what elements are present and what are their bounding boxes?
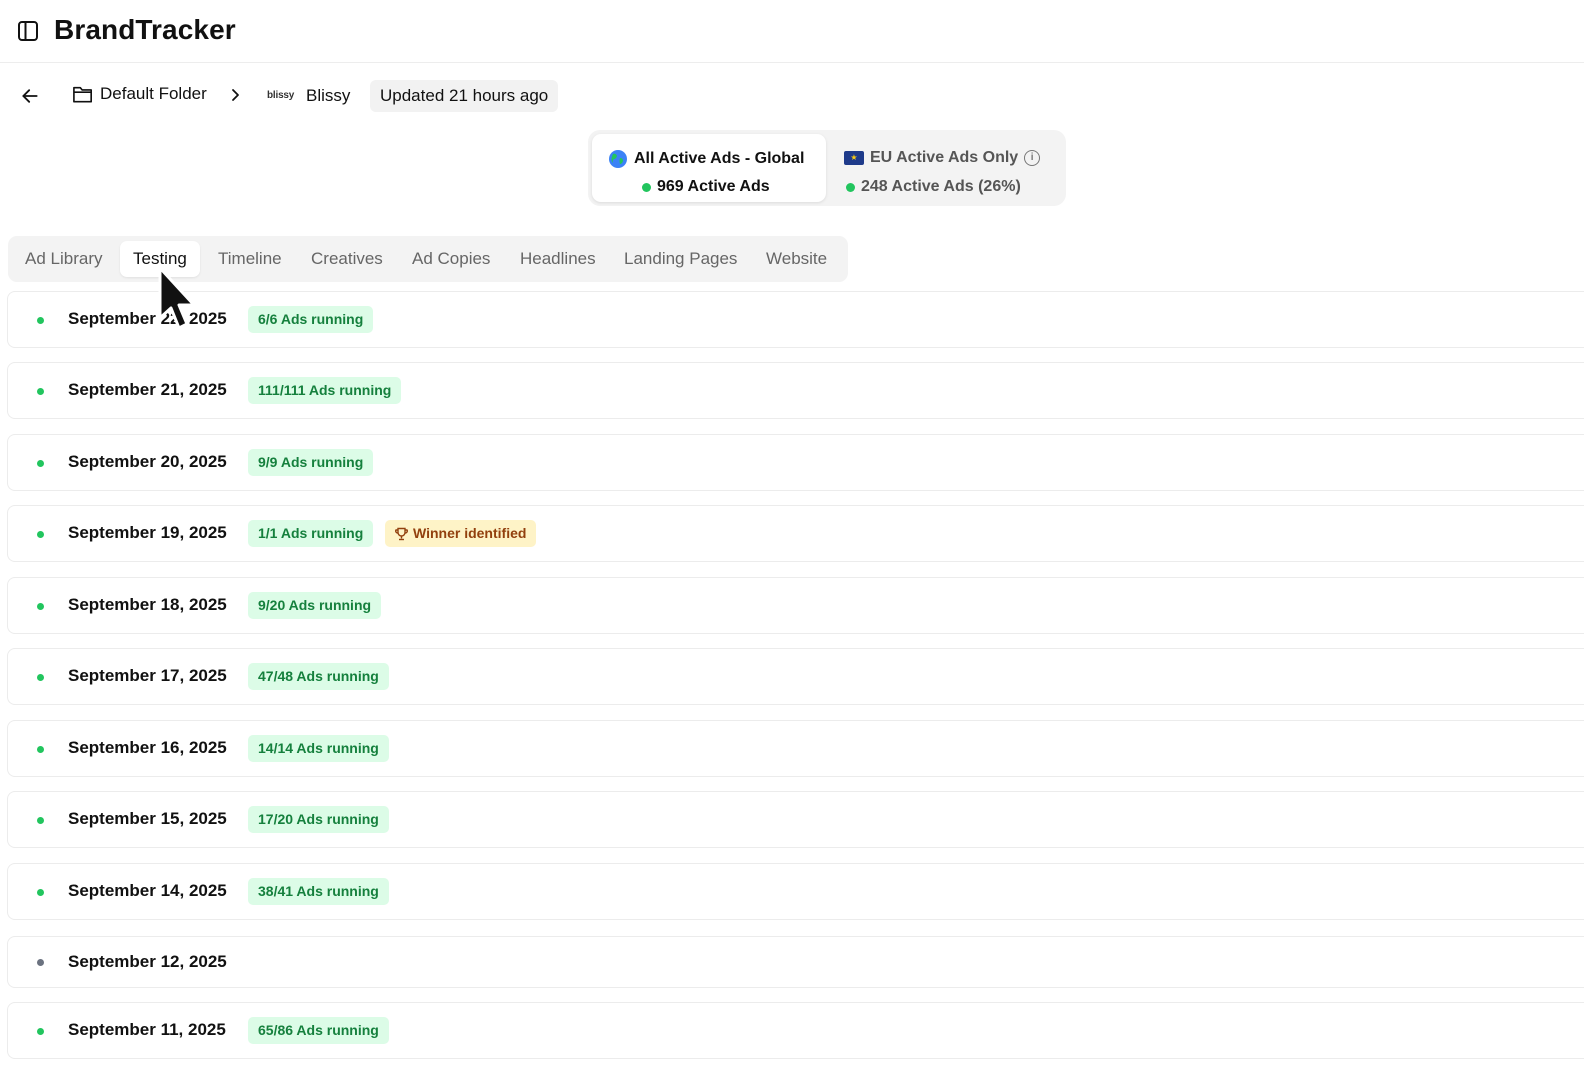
test-row[interactable]: September 19, 2025 1/1 Ads running Winne… [7, 505, 1584, 562]
test-row[interactable]: September 17, 2025 47/48 Ads running [7, 648, 1584, 705]
chevron-right-icon [228, 87, 242, 108]
scope-global-count: 969 Active Ads [657, 178, 770, 195]
folder-icon [73, 86, 92, 103]
test-row[interactable]: September 11, 2025 65/86 Ads running [7, 1002, 1584, 1059]
tab-bar: Ad Library Testing Timeline Creatives Ad… [8, 236, 848, 282]
info-icon[interactable]: i [1024, 150, 1041, 166]
tab-headlines[interactable]: Headlines [520, 241, 596, 277]
winner-label: Winner identified [413, 525, 527, 541]
tab-website[interactable]: Website [766, 241, 827, 277]
scope-eu-count: 248 Active Ads (26%) [861, 178, 1021, 195]
test-date: September 21, 2025 [68, 380, 227, 399]
breadcrumb: Default Folder blissy Blissy Updated 21 … [0, 78, 1000, 114]
tab-landing-pages[interactable]: Landing Pages [624, 241, 737, 277]
status-dot-icon [37, 817, 44, 824]
test-row[interactable]: September 16, 2025 14/14 Ads running [7, 720, 1584, 777]
active-dot-icon [846, 182, 855, 192]
test-date: September 22, 2025 [68, 309, 227, 328]
status-dot-icon [37, 531, 44, 538]
status-dot-icon [37, 746, 44, 753]
status-dot-icon [37, 460, 44, 467]
test-row[interactable]: September 22, 2025 6/6 Ads running [7, 291, 1584, 348]
status-dot-icon [37, 317, 44, 324]
ads-running-badge: 47/48 Ads running [248, 663, 389, 690]
status-dot-icon [37, 959, 44, 966]
tab-ad-copies[interactable]: Ad Copies [412, 241, 490, 277]
ads-running-badge: 65/86 Ads running [248, 1017, 389, 1044]
folder-link[interactable]: Default Folder [72, 84, 207, 104]
test-row[interactable]: September 18, 2025 9/20 Ads running [7, 577, 1584, 634]
ads-running-badge: 14/14 Ads running [248, 735, 389, 762]
test-date: September 14, 2025 [68, 881, 227, 900]
test-date: September 15, 2025 [68, 809, 227, 828]
tab-creatives[interactable]: Creatives [311, 241, 383, 277]
brand-name[interactable]: Blissy [306, 86, 350, 106]
top-bar: BrandTracker [0, 0, 1584, 63]
active-dot-icon [642, 182, 651, 192]
ads-running-badge: 17/20 Ads running [248, 806, 389, 833]
test-date: September 17, 2025 [68, 666, 227, 685]
folder-label: Default Folder [100, 84, 207, 103]
globe-icon [608, 149, 628, 169]
status-dot-icon [37, 388, 44, 395]
test-date: September 18, 2025 [68, 595, 227, 614]
status-dot-icon [37, 889, 44, 896]
scope-option-eu[interactable]: ★ EU Active Ads Only i 248 Active Ads (2… [828, 134, 1062, 202]
ads-running-badge: 9/20 Ads running [248, 592, 382, 619]
sidebar-toggle-icon[interactable] [15, 18, 41, 44]
eu-flag-icon: ★ [844, 151, 864, 165]
scope-option-global[interactable]: All Active Ads - Global 969 Active Ads [592, 134, 826, 202]
test-row[interactable]: September 15, 2025 17/20 Ads running [7, 791, 1584, 848]
arrow-left-icon [22, 89, 38, 103]
test-date: September 19, 2025 [68, 523, 227, 542]
test-row[interactable]: September 20, 2025 9/9 Ads running [7, 434, 1584, 491]
ads-running-badge: 111/111 Ads running [248, 377, 402, 404]
app-title: BrandTracker [54, 14, 236, 45]
scope-toggle: All Active Ads - Global 969 Active Ads ★… [588, 130, 1066, 206]
ads-running-badge: 6/6 Ads running [248, 306, 374, 333]
updated-badge: Updated 21 hours ago [370, 80, 559, 112]
status-dot-icon [37, 674, 44, 681]
test-date: September 11, 2025 [68, 1020, 226, 1039]
test-date: September 12, 2025 [68, 952, 227, 971]
winner-badge: Winner identified [385, 520, 537, 547]
status-dot-icon [37, 1028, 44, 1035]
ads-running-badge: 9/9 Ads running [248, 449, 374, 476]
test-date: September 20, 2025 [68, 452, 227, 471]
brand-logo: blissy [267, 90, 295, 101]
trophy-icon [395, 527, 408, 540]
test-row[interactable]: September 12, 2025 [7, 936, 1584, 988]
ads-running-badge: 38/41 Ads running [248, 878, 389, 905]
scope-eu-label: EU Active Ads Only [870, 149, 1019, 166]
back-button[interactable] [17, 84, 43, 108]
tab-timeline[interactable]: Timeline [218, 241, 282, 277]
test-row[interactable]: September 14, 2025 38/41 Ads running [7, 863, 1584, 920]
test-row[interactable]: September 21, 2025 111/111 Ads running [7, 362, 1584, 419]
tab-ad-library[interactable]: Ad Library [25, 241, 102, 277]
status-dot-icon [37, 603, 44, 610]
ads-running-badge: 1/1 Ads running [248, 520, 374, 547]
test-date: September 16, 2025 [68, 738, 227, 757]
scope-global-label: All Active Ads - Global [634, 150, 805, 167]
tab-testing[interactable]: Testing [120, 241, 200, 277]
